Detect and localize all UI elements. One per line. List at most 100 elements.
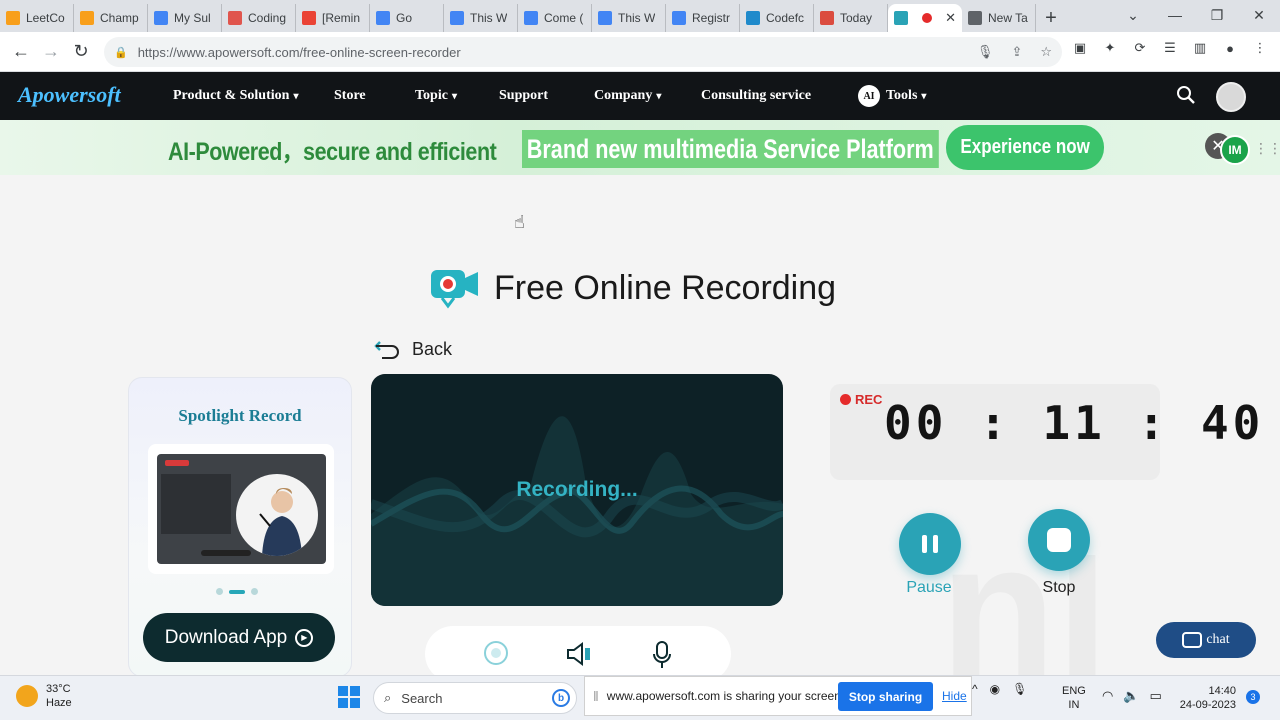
nav-store[interactable]: Store bbox=[334, 88, 366, 104]
recording-status: Recording... bbox=[516, 478, 638, 501]
microphone-icon[interactable]: 🎙 bbox=[1012, 682, 1027, 696]
speaker-icon[interactable] bbox=[565, 640, 593, 668]
windows-start-icon[interactable] bbox=[338, 686, 360, 708]
drag-handle-icon[interactable]: ⋮⋮ bbox=[1254, 140, 1280, 157]
side-panel-icon[interactable]: ▥ bbox=[1192, 40, 1208, 56]
weather-widget[interactable]: 33°C Haze bbox=[16, 682, 72, 710]
chat-button[interactable]: chat bbox=[1156, 622, 1256, 658]
play-circle-icon: ▶ bbox=[295, 628, 314, 647]
microphone-icon[interactable] bbox=[651, 640, 673, 670]
forward-arrow-icon[interactable]: → bbox=[36, 37, 66, 67]
chevron-up-icon[interactable]: ^ bbox=[972, 682, 978, 696]
nav-support[interactable]: Support bbox=[499, 88, 548, 104]
reload-icon[interactable]: ↻ bbox=[66, 37, 96, 67]
browser-tab[interactable]: This W bbox=[444, 4, 518, 32]
google-icon bbox=[450, 11, 464, 25]
carousel-dot-active[interactable] bbox=[229, 589, 245, 594]
user-avatar[interactable] bbox=[1216, 82, 1246, 112]
experience-now-label: Experience now bbox=[960, 136, 1090, 158]
browser-tab[interactable]: Coding bbox=[222, 4, 296, 32]
bookmark-star-icon[interactable]: ☆ bbox=[1040, 44, 1052, 60]
source-selector bbox=[425, 626, 731, 682]
stop-icon bbox=[1047, 528, 1071, 552]
taskbar-search[interactable]: ⌕ Search b bbox=[373, 682, 577, 714]
nav-tools[interactable]: AI Tools ▾ bbox=[858, 85, 926, 107]
hide-link[interactable]: Hide bbox=[942, 689, 967, 703]
nav-topic[interactable]: Topic ▾ bbox=[415, 88, 457, 104]
url-field[interactable]: 🔒 https://www.apowersoft.com/free-online… bbox=[104, 37, 1062, 67]
webcam-icon[interactable] bbox=[483, 640, 509, 666]
system-clock[interactable]: 14:40 24-09-2023 bbox=[1176, 684, 1236, 712]
leetcode-icon bbox=[6, 11, 20, 25]
nav-product-label: Product & Solution bbox=[173, 88, 290, 103]
browser-tab[interactable]: Today bbox=[814, 4, 888, 32]
browser-tab-label: Go bbox=[396, 11, 413, 25]
pause-label[interactable]: Pause bbox=[889, 579, 969, 597]
browser-tab[interactable]: Codefc bbox=[740, 4, 814, 32]
back-label: Back bbox=[412, 338, 453, 359]
minimize-icon[interactable]: — bbox=[1154, 0, 1196, 30]
browser-tab[interactable]: New Ta bbox=[962, 4, 1036, 32]
banner-subheadline: Brand new multimedia Service Platform bbox=[522, 130, 939, 168]
stop-label[interactable]: Stop bbox=[1019, 579, 1099, 597]
browser-tab-label: New Ta bbox=[988, 11, 1028, 25]
menu-dots-icon[interactable]: ⋮ bbox=[1252, 40, 1268, 56]
download-app-button[interactable]: Download App ▶ bbox=[143, 613, 335, 662]
carousel-dot[interactable] bbox=[251, 588, 258, 595]
notification-badge[interactable]: 3 bbox=[1246, 690, 1260, 704]
browser-tab[interactable]: Champ bbox=[74, 4, 148, 32]
browser-tab[interactable]: LeetCo bbox=[0, 4, 74, 32]
browser-tab[interactable]: Come ( bbox=[518, 4, 592, 32]
browser-tab[interactable]: Registr bbox=[666, 4, 740, 32]
google-icon bbox=[672, 11, 686, 25]
spotlight-preview-image[interactable] bbox=[157, 454, 326, 564]
nav-product[interactable]: Product & Solution ▾ bbox=[173, 88, 298, 104]
im-badge[interactable]: IM bbox=[1220, 135, 1250, 165]
site-header: Apowersoft Product & Solution ▾ Store Top… bbox=[0, 72, 1280, 120]
back-arrow-icon[interactable]: ← bbox=[6, 37, 36, 67]
share-icon[interactable]: ⇪ bbox=[1011, 44, 1022, 60]
browser-tab[interactable]: Go bbox=[370, 4, 444, 32]
language-indicator[interactable]: ENG IN bbox=[1062, 684, 1086, 712]
browser-tab[interactable]: ✕ bbox=[888, 4, 962, 32]
puzzle-icon[interactable]: ✦ bbox=[1102, 40, 1118, 56]
recording-timer: 00 : 11 : 40 bbox=[884, 396, 1265, 450]
search-icon[interactable] bbox=[1176, 85, 1196, 105]
recording-app-icon[interactable]: ◉ bbox=[990, 682, 1000, 696]
chat-bubble-icon bbox=[1182, 632, 1203, 648]
experience-now-button[interactable]: Experience now bbox=[946, 125, 1104, 170]
nav-company[interactable]: Company ▾ bbox=[594, 88, 661, 104]
carousel-indicator bbox=[216, 588, 258, 595]
sync-icon[interactable]: ⟳ bbox=[1132, 40, 1148, 56]
drag-handle-icon[interactable]: ‖ bbox=[593, 688, 599, 704]
tab-search-icon[interactable]: ⌄ bbox=[1112, 0, 1154, 30]
back-link[interactable]: Back bbox=[374, 338, 452, 360]
stop-sharing-button[interactable]: Stop sharing bbox=[838, 682, 933, 711]
page-title: Free Online Recording bbox=[494, 268, 837, 307]
apowersoft-logo[interactable]: Apowersoft bbox=[18, 82, 121, 108]
nav-consulting[interactable]: Consulting service bbox=[701, 88, 811, 104]
browser-tab-label: Champ bbox=[100, 11, 139, 25]
close-window-icon[interactable]: ✕ bbox=[1238, 0, 1280, 30]
leetcode-icon bbox=[80, 11, 94, 25]
microphone-icon[interactable]: 🎙 bbox=[977, 44, 994, 60]
rec-indicator-icon bbox=[165, 460, 189, 466]
new-tab-button[interactable]: + bbox=[1036, 4, 1066, 32]
browser-tab[interactable]: This W bbox=[592, 4, 666, 32]
browser-tab[interactable]: My Sul bbox=[148, 4, 222, 32]
status-icons[interactable]: ◠ 🔈 ▭ bbox=[1102, 688, 1162, 704]
reading-list-icon[interactable]: ☰ bbox=[1162, 40, 1178, 56]
apowersoft-icon bbox=[894, 11, 908, 25]
extension-icon[interactable]: ▣ bbox=[1072, 40, 1088, 56]
bing-icon[interactable]: b bbox=[552, 689, 570, 707]
browser-tab[interactable]: [Remin bbox=[296, 4, 370, 32]
pause-button[interactable] bbox=[899, 513, 961, 575]
lock-icon[interactable]: 🔒 bbox=[114, 46, 128, 59]
browser-tab-label: [Remin bbox=[322, 11, 361, 25]
profile-icon[interactable]: ● bbox=[1222, 40, 1238, 56]
close-tab-icon[interactable]: ✕ bbox=[945, 10, 956, 26]
carousel-dot[interactable] bbox=[216, 588, 223, 595]
browser-tab-label: LeetCo bbox=[26, 11, 65, 25]
stop-button[interactable] bbox=[1028, 509, 1090, 571]
restore-icon[interactable]: ❐ bbox=[1196, 0, 1238, 30]
